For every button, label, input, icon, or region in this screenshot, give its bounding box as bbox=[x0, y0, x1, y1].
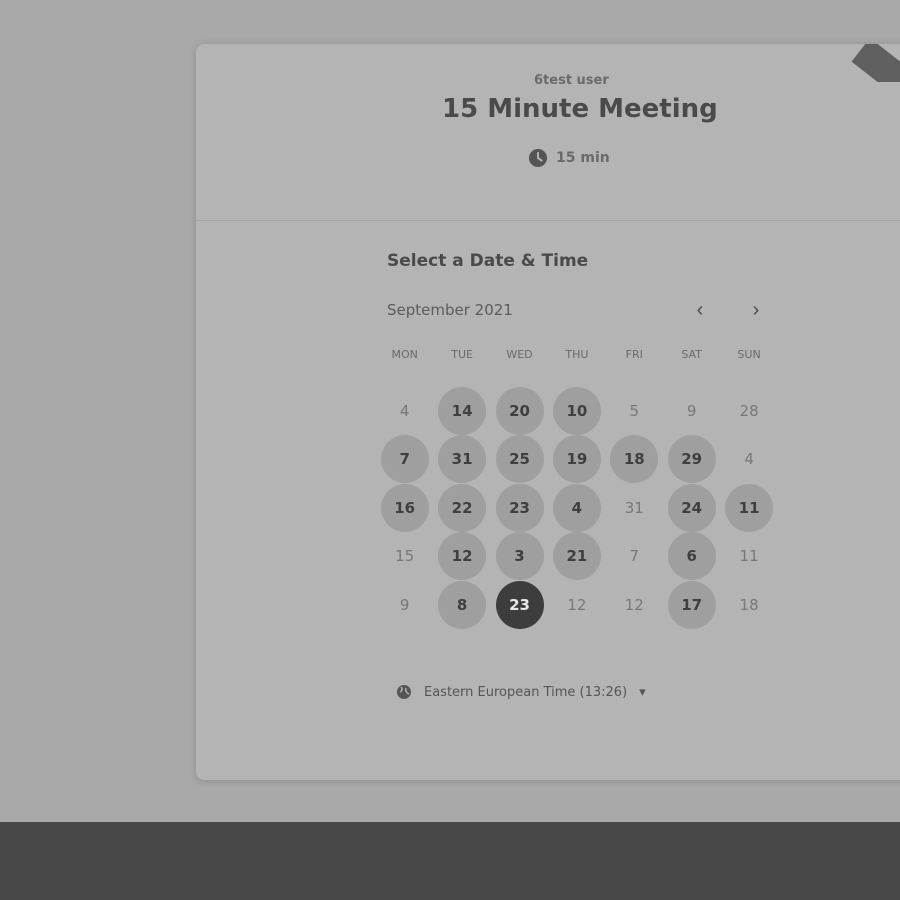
calendar-day: 28 bbox=[739, 402, 759, 420]
calendar-day: 12 bbox=[567, 595, 587, 614]
weekday-label: WED bbox=[506, 348, 533, 361]
calendar-day: 9 bbox=[399, 595, 410, 614]
calendar-day[interactable]: 6 bbox=[667, 532, 716, 581]
next-month-button[interactable]: › bbox=[743, 296, 769, 324]
calendar-day: 11 bbox=[739, 547, 759, 566]
weekday-label: THU bbox=[565, 348, 589, 361]
calendar-day: 9 bbox=[686, 402, 697, 420]
clock-icon bbox=[528, 148, 548, 168]
weekday-label: TUE bbox=[451, 348, 473, 361]
bottom-bar bbox=[0, 822, 900, 900]
calendar-day[interactable]: 4 bbox=[552, 483, 601, 532]
duration-text: 15 min bbox=[556, 150, 610, 166]
calendar-day: 15 bbox=[395, 547, 415, 566]
month-label: September 2021 bbox=[387, 301, 513, 319]
calendar-day: 4 bbox=[399, 402, 410, 420]
date-picker: Select a Date & Time September 2021 ‹ › … bbox=[196, 220, 900, 780]
chevron-down-icon: ▾ bbox=[639, 684, 646, 700]
calendar-day[interactable]: 14 bbox=[438, 387, 487, 435]
event-title: 15 Minute Meeting bbox=[442, 94, 718, 124]
calendar-day[interactable]: 8 bbox=[438, 580, 487, 629]
weekday-label: SAT bbox=[681, 348, 702, 361]
calendar-day[interactable]: 25 bbox=[495, 435, 544, 484]
calendar-day[interactable]: 11 bbox=[725, 483, 774, 532]
booking-card: 6test user 15 Minute Meeting 15 min Sele… bbox=[196, 44, 900, 780]
calendar-day[interactable]: 10 bbox=[552, 387, 601, 435]
calendar-day[interactable]: 23 bbox=[495, 483, 544, 532]
calendar-day: 12 bbox=[624, 595, 644, 614]
calendar-day[interactable]: 18 bbox=[610, 435, 659, 484]
calendar-day[interactable]: 31 bbox=[438, 435, 487, 484]
calendar-day: 7 bbox=[629, 547, 640, 566]
calendar-day[interactable]: 12 bbox=[438, 532, 487, 581]
timezone-selector[interactable]: Eastern European Time (13:26) ▾ bbox=[396, 684, 646, 700]
weekday-label: MON bbox=[391, 348, 418, 361]
timezone-label: Eastern European Time (13:26) bbox=[424, 684, 628, 700]
calendar-day[interactable]: 16 bbox=[380, 483, 429, 532]
calendar-day: 5 bbox=[629, 402, 640, 420]
calendar-day[interactable]: 17 bbox=[667, 580, 716, 629]
event-duration: 15 min bbox=[528, 148, 610, 168]
calendar-day[interactable]: 7 bbox=[380, 435, 429, 484]
calendar-day[interactable]: 21 bbox=[552, 532, 601, 581]
calendar-day: 18 bbox=[739, 595, 759, 614]
event-header: 6test user 15 Minute Meeting 15 min bbox=[196, 44, 900, 221]
weekday-label: SUN bbox=[737, 348, 761, 361]
calendar-day[interactable]: 19 bbox=[552, 435, 601, 484]
calendar-day[interactable]: 3 bbox=[495, 532, 544, 581]
calendar-day: 31 bbox=[624, 498, 644, 517]
calendar-day-selected[interactable]: 23 bbox=[495, 580, 544, 629]
weekday-label: FRI bbox=[625, 348, 643, 361]
calendar-day: 4 bbox=[744, 450, 754, 469]
calendar-day[interactable]: 22 bbox=[438, 483, 487, 532]
calendar-day[interactable]: 29 bbox=[667, 435, 716, 484]
weekday-header: MON TUE WED THU FRI SAT SUN bbox=[376, 348, 778, 361]
select-date-heading: Select a Date & Time bbox=[387, 251, 589, 271]
calendar-day[interactable]: 20 bbox=[495, 387, 544, 435]
calendar-day[interactable]: 24 bbox=[667, 483, 716, 532]
organizer-name: 6test user bbox=[534, 73, 609, 88]
previous-month-button[interactable]: ‹ bbox=[687, 296, 713, 324]
globe-icon bbox=[396, 684, 412, 700]
